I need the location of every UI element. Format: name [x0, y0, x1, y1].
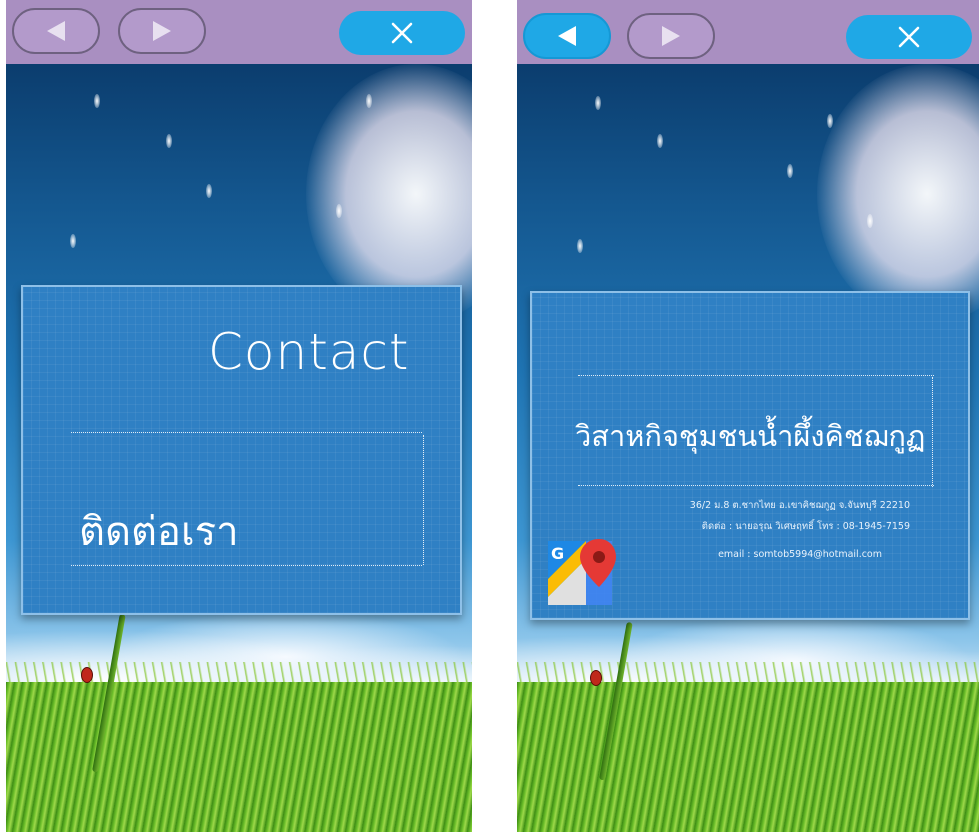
sparkle [206, 184, 212, 198]
sparkle [94, 94, 100, 108]
sparkle [787, 164, 793, 178]
ladybug [590, 670, 602, 686]
back-button[interactable] [12, 8, 100, 54]
close-x-icon [898, 26, 920, 48]
sparkle [867, 214, 873, 228]
cloud-glow [817, 64, 979, 324]
panel-rule [932, 377, 933, 487]
panel-rule [578, 375, 934, 376]
grass [6, 682, 472, 832]
panel-rule [423, 435, 424, 565]
contact-person-text: ติดต่อ : นายอรุณ วิเศษฤทธิ์ โทร : 08-194… [701, 521, 910, 532]
email-text[interactable]: email : somtob5994@hotmail.com [718, 549, 882, 560]
organization-name: วิสาหกิจชุมชนน้ำผึ้งคิชฌกูฏ [575, 419, 926, 453]
google-maps-icon[interactable]: G [542, 537, 616, 609]
sparkle [827, 114, 833, 128]
address-text: 36/2 ม.8 ต.ชากไทย อ.เขาคิชฌกูฏ จ.จันทบุร… [689, 500, 910, 511]
triangle-right-icon [153, 21, 171, 41]
triangle-right-icon [662, 26, 680, 46]
sparkle [166, 134, 172, 148]
toolbar [6, 0, 472, 64]
panel-subtitle: ติดต่อเรา [79, 509, 239, 555]
sparkle [336, 204, 342, 218]
sparkle [70, 234, 76, 248]
ladybug [81, 667, 93, 683]
sparkle [595, 96, 601, 110]
close-button[interactable] [846, 15, 972, 59]
panel-rule [71, 432, 422, 433]
forward-button[interactable] [627, 13, 715, 59]
sparkle [577, 239, 583, 253]
forward-button[interactable] [118, 8, 206, 54]
panel-title: Contact [208, 323, 410, 381]
toolbar [517, 0, 979, 64]
contact-screen-intro: Contact ติดต่อเรา [6, 0, 472, 832]
contact-screen-details: วิสาหกิจชุมชนน้ำผึ้งคิชฌกูฏ 36/2 ม.8 ต.ช… [517, 0, 979, 832]
svg-text:G: G [551, 544, 564, 563]
sparkle [366, 94, 372, 108]
close-button[interactable] [339, 11, 465, 55]
close-x-icon [391, 22, 413, 44]
sparkle [657, 134, 663, 148]
triangle-left-icon [558, 26, 576, 46]
back-button[interactable] [523, 13, 611, 59]
triangle-left-icon [47, 21, 65, 41]
grass [517, 682, 979, 832]
panel-rule [578, 485, 934, 486]
panel-rule [71, 565, 422, 566]
contact-panel: Contact ติดต่อเรา [21, 285, 462, 615]
